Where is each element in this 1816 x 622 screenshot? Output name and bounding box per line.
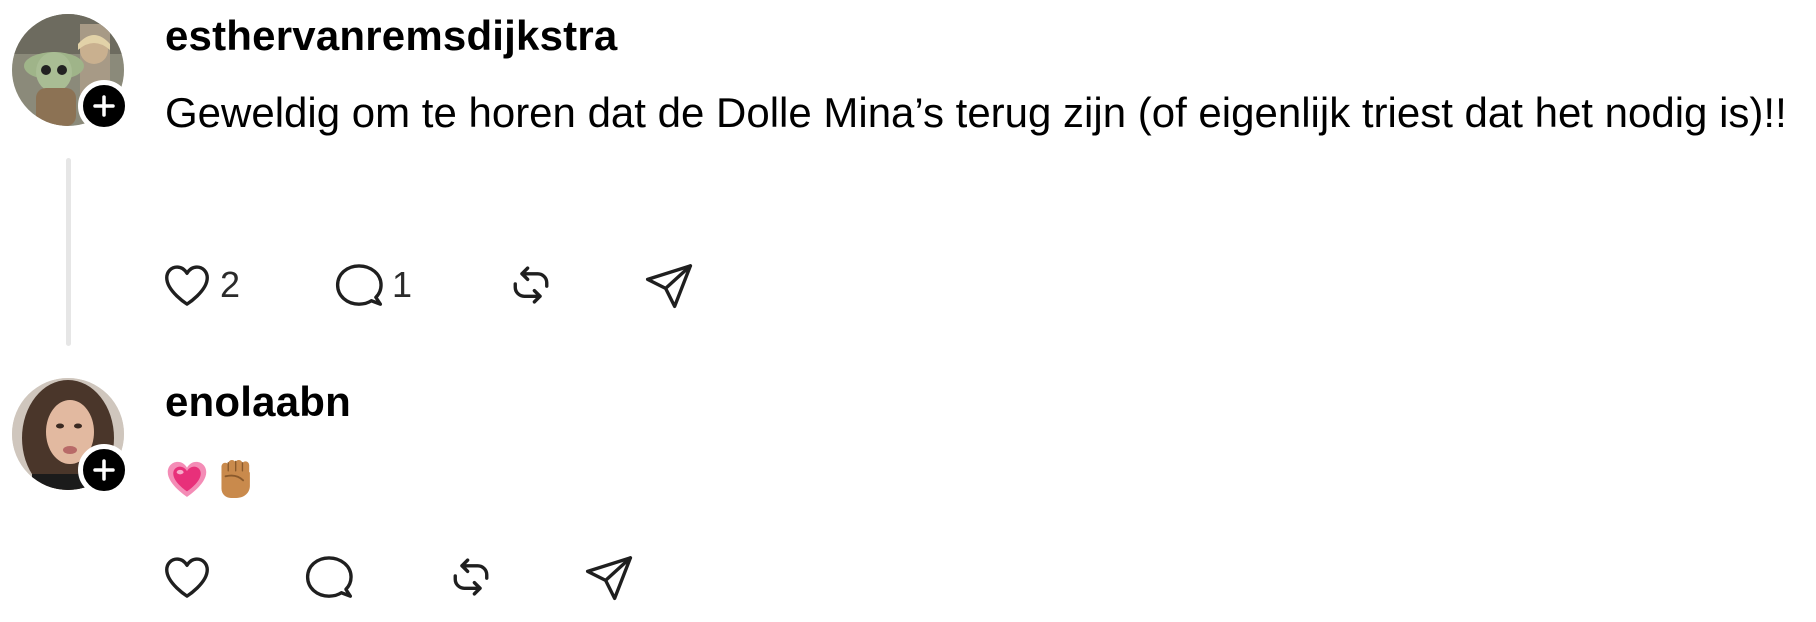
follow-button[interactable] bbox=[78, 80, 130, 132]
thread-line bbox=[66, 158, 71, 346]
paper-plane-icon bbox=[645, 264, 693, 309]
repost-button[interactable] bbox=[504, 258, 642, 312]
username[interactable]: esthervanremsdijkstra bbox=[165, 12, 617, 60]
reply-button[interactable] bbox=[302, 550, 444, 604]
speech-bubble-icon bbox=[335, 264, 383, 306]
raised-fist-emoji bbox=[221, 460, 250, 498]
heart-outline-icon bbox=[165, 557, 209, 598]
avatar-container[interactable] bbox=[12, 14, 130, 132]
repost-arrows-icon bbox=[513, 266, 549, 304]
share-button[interactable] bbox=[582, 550, 636, 604]
post-text bbox=[165, 446, 1805, 512]
post-text: Geweldig om te horen dat de Dolle Mina’s… bbox=[165, 89, 1787, 136]
like-count: 2 bbox=[220, 264, 241, 305]
username[interactable]: enolaabn bbox=[165, 378, 351, 426]
share-button[interactable] bbox=[642, 258, 696, 312]
action-bar bbox=[160, 550, 636, 604]
reply-count: 1 bbox=[392, 264, 413, 305]
repost-arrows-icon bbox=[453, 558, 489, 596]
post: esthervanremsdijkstra Geweldig om te hor… bbox=[0, 0, 1816, 370]
follow-button[interactable] bbox=[78, 444, 130, 496]
repost-button[interactable] bbox=[444, 550, 582, 604]
heart-pulse-emoji bbox=[167, 461, 207, 497]
speech-bubble-icon bbox=[305, 556, 353, 598]
like-button[interactable] bbox=[160, 550, 302, 604]
action-bar: 2 1 bbox=[160, 258, 696, 312]
avatar-container[interactable] bbox=[12, 378, 130, 496]
post: enolaabn bbox=[0, 370, 1816, 622]
heart-outline-icon bbox=[165, 265, 209, 306]
plus-icon bbox=[93, 95, 115, 117]
plus-icon bbox=[93, 459, 115, 481]
reply-button[interactable]: 1 bbox=[332, 258, 504, 312]
like-button[interactable]: 2 bbox=[160, 258, 332, 312]
paper-plane-icon bbox=[585, 556, 633, 601]
